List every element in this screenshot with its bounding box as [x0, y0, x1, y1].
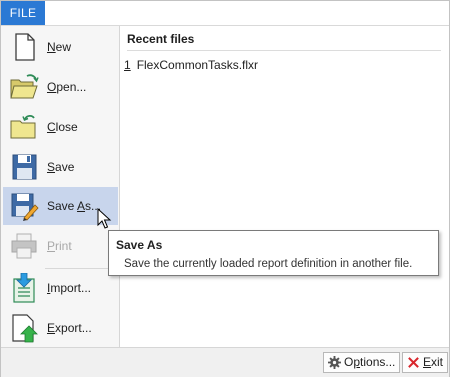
tooltip-title: Save As	[116, 238, 163, 252]
new-document-icon	[15, 33, 35, 61]
import-command[interactable]: Import...	[3, 269, 118, 307]
close-label: Close	[47, 120, 78, 134]
save-as-icon	[11, 193, 39, 221]
close-command[interactable]: Close	[3, 108, 118, 146]
mouse-cursor-icon	[97, 208, 112, 229]
print-label: Print	[47, 239, 72, 253]
export-label: Export...	[47, 321, 92, 335]
recent-file-name: FlexCommonTasks.flxr	[136, 58, 259, 72]
options-label: Options...	[344, 355, 396, 369]
print-icon	[11, 233, 37, 259]
recent-file-number: 1	[124, 58, 131, 72]
gear-icon	[328, 356, 341, 369]
close-folder-icon	[10, 114, 36, 139]
import-icon	[13, 273, 35, 303]
recent-files-pane: Recent files 1 FlexCommonTasks.flxr	[120, 26, 449, 347]
open-command[interactable]: Open...	[3, 68, 118, 106]
save-as-tooltip: Save As Save the currently loaded report…	[108, 230, 439, 276]
close-x-icon	[408, 357, 419, 368]
tooltip-description: Save the currently loaded report definit…	[124, 258, 413, 270]
exit-label: Exit	[423, 355, 444, 369]
recent-files-title: Recent files	[127, 32, 195, 46]
export-command[interactable]: Export...	[3, 309, 118, 347]
exit-button[interactable]: Exit	[402, 352, 449, 373]
ribbon-header: FILE	[1, 1, 449, 26]
save-icon	[12, 154, 37, 180]
recent-files-divider	[127, 50, 441, 51]
new-label: New	[47, 40, 72, 54]
import-label: Import...	[47, 281, 92, 295]
options-button[interactable]: Options...	[323, 352, 401, 373]
print-command[interactable]: Print	[3, 227, 118, 265]
bottom-button-bar: Options... Exit	[1, 347, 449, 377]
export-icon	[12, 314, 38, 343]
save-as-label: Save As...	[47, 199, 102, 213]
save-command[interactable]: Save	[3, 148, 118, 186]
recent-file-item[interactable]: 1 FlexCommonTasks.flxr	[124, 56, 258, 74]
command-pane: New Open... Close Save Save As... Print …	[1, 26, 120, 347]
new-command[interactable]: New	[3, 28, 118, 66]
open-label: Open...	[47, 80, 87, 94]
save-label: Save	[47, 160, 75, 174]
file-backstage-window: FILE New Open... Close Save Save As... P…	[0, 0, 450, 377]
file-tab[interactable]: FILE	[1, 1, 45, 25]
open-folder-icon	[10, 74, 39, 99]
